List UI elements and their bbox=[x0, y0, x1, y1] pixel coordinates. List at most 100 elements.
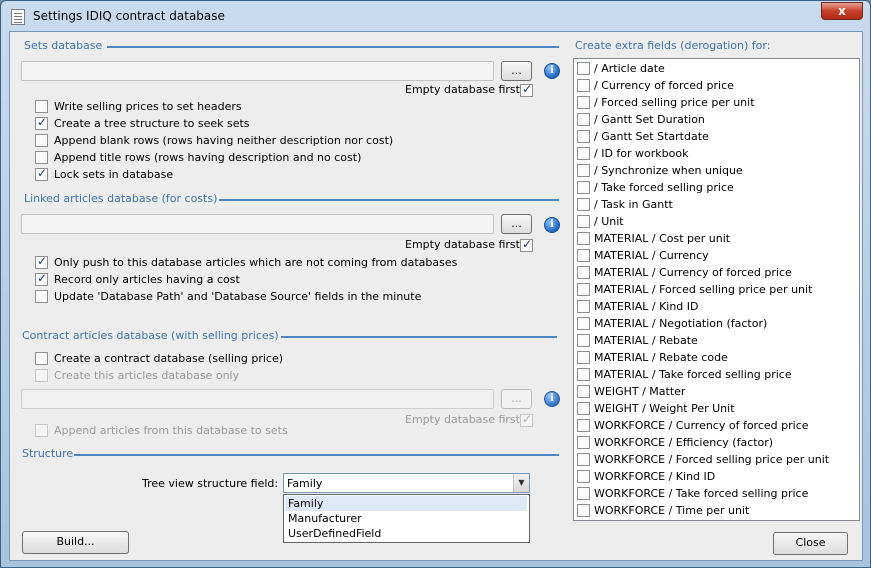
contract-empty-first-label: Empty database first bbox=[405, 413, 520, 426]
extra-field-checkbox[interactable] bbox=[577, 385, 590, 398]
extra-field-checkbox[interactable] bbox=[577, 79, 590, 92]
extra-field-checkbox[interactable] bbox=[577, 232, 590, 245]
sets-database-path-input[interactable] bbox=[21, 61, 494, 81]
extra-field-row[interactable]: / Task in Gantt bbox=[574, 196, 854, 213]
create-only-checkbox[interactable] bbox=[35, 369, 48, 382]
extra-field-row[interactable]: / Gantt Set Startdate bbox=[574, 128, 854, 145]
sets-option-4-checkbox[interactable] bbox=[35, 151, 48, 164]
extra-field-checkbox[interactable] bbox=[577, 164, 590, 177]
extra-field-checkbox[interactable] bbox=[577, 419, 590, 432]
linked-option-2-checkbox[interactable] bbox=[35, 271, 48, 286]
extra-field-label: WORKFORCE / Forced selling price per uni… bbox=[594, 453, 830, 466]
linked-option-3-label: Update 'Database Path' and 'Database Sou… bbox=[54, 290, 422, 303]
create-contract-database-checkbox[interactable] bbox=[35, 352, 48, 365]
extra-field-checkbox[interactable] bbox=[577, 113, 590, 126]
extra-field-label: / Forced selling price per unit bbox=[594, 96, 755, 109]
contract-info-icon[interactable]: i bbox=[544, 391, 560, 407]
extra-field-row[interactable]: WEIGHT / Weight Per Unit bbox=[574, 400, 854, 417]
extra-field-label: WORKFORCE / Time per unit bbox=[594, 504, 750, 517]
extra-field-checkbox[interactable] bbox=[577, 198, 590, 211]
extra-field-row[interactable]: MATERIAL / Forced selling price per unit bbox=[574, 281, 854, 298]
extra-field-row[interactable]: WORKFORCE / Efficiency (factor) bbox=[574, 434, 854, 451]
extra-field-row[interactable]: MATERIAL / Rebate code bbox=[574, 349, 854, 366]
extra-field-checkbox[interactable] bbox=[577, 62, 590, 75]
build-button[interactable]: Build... bbox=[22, 531, 129, 554]
chevron-down-icon[interactable]: ▼ bbox=[513, 474, 529, 492]
linked-option-3-checkbox[interactable] bbox=[35, 290, 48, 303]
sets-browse-button[interactable]: ... bbox=[501, 61, 532, 81]
linked-option-1-checkbox[interactable] bbox=[35, 254, 48, 269]
linked-info-icon[interactable]: i bbox=[544, 217, 560, 233]
extra-field-checkbox[interactable] bbox=[577, 181, 590, 194]
extra-field-row[interactable]: WORKFORCE / Kind ID bbox=[574, 468, 854, 485]
extra-field-row[interactable]: / Unit bbox=[574, 213, 854, 230]
linked-browse-button[interactable]: ... bbox=[501, 214, 532, 234]
linked-database-divider bbox=[219, 199, 559, 201]
extra-field-checkbox[interactable] bbox=[577, 283, 590, 296]
extra-field-checkbox[interactable] bbox=[577, 147, 590, 160]
extra-field-label: WORKFORCE / Kind ID bbox=[594, 470, 716, 483]
extra-field-row[interactable]: MATERIAL / Currency bbox=[574, 247, 854, 264]
tree-view-field-value: Family bbox=[287, 477, 323, 490]
extra-field-row[interactable]: MATERIAL / Kind ID bbox=[574, 298, 854, 315]
extra-field-checkbox[interactable] bbox=[577, 351, 590, 364]
dropdown-option[interactable]: Manufacturer bbox=[285, 511, 527, 526]
sets-option-2-checkbox[interactable] bbox=[35, 115, 48, 130]
contract-browse-button[interactable]: ... bbox=[501, 389, 532, 409]
linked-empty-first-checkbox[interactable] bbox=[520, 237, 533, 252]
extra-field-row[interactable]: WORKFORCE / Take forced selling price bbox=[574, 485, 854, 502]
contract-empty-first-checkbox[interactable] bbox=[520, 412, 533, 427]
sets-option-3-checkbox[interactable] bbox=[35, 134, 48, 147]
extra-field-row[interactable]: / Article date bbox=[574, 60, 854, 77]
sets-option-1-checkbox[interactable] bbox=[35, 100, 48, 113]
extra-field-checkbox[interactable] bbox=[577, 317, 590, 330]
extra-field-checkbox[interactable] bbox=[577, 334, 590, 347]
extra-field-checkbox[interactable] bbox=[577, 487, 590, 500]
extra-field-row[interactable]: WORKFORCE / Time per unit bbox=[574, 502, 854, 519]
extra-field-row[interactable]: / Currency of forced price bbox=[574, 77, 854, 94]
window-close-button[interactable]: x bbox=[821, 2, 863, 20]
extra-field-checkbox[interactable] bbox=[577, 436, 590, 449]
extra-field-checkbox[interactable] bbox=[577, 300, 590, 313]
extra-field-checkbox[interactable] bbox=[577, 368, 590, 381]
linked-database-path-input[interactable] bbox=[21, 214, 494, 234]
extra-field-row[interactable]: WORKFORCE / Currency of forced price bbox=[574, 417, 854, 434]
extra-field-row[interactable]: / Forced selling price per unit bbox=[574, 94, 854, 111]
document-icon bbox=[11, 9, 25, 25]
extra-field-checkbox[interactable] bbox=[577, 470, 590, 483]
dropdown-option[interactable]: UserDefinedField bbox=[285, 526, 527, 541]
extra-field-checkbox[interactable] bbox=[577, 453, 590, 466]
sets-info-icon[interactable]: i bbox=[544, 63, 560, 79]
extra-field-checkbox[interactable] bbox=[577, 402, 590, 415]
sets-empty-first-label: Empty database first bbox=[405, 83, 520, 96]
sets-empty-first-checkbox[interactable] bbox=[520, 82, 533, 97]
extra-field-row[interactable]: MATERIAL / Currency of forced price bbox=[574, 264, 854, 281]
append-articles-checkbox[interactable] bbox=[35, 424, 48, 437]
extra-field-row[interactable]: WORKFORCE / Forced selling price per uni… bbox=[574, 451, 854, 468]
contract-database-path-input[interactable] bbox=[21, 389, 494, 409]
extra-field-row[interactable]: WEIGHT / Matter bbox=[574, 383, 854, 400]
extra-field-row[interactable]: MATERIAL / Rebate bbox=[574, 332, 854, 349]
extra-field-row[interactable]: MATERIAL / Cost per unit bbox=[574, 230, 854, 247]
dropdown-option[interactable]: Family bbox=[285, 496, 527, 511]
extra-field-row[interactable]: / Synchronize when unique bbox=[574, 162, 854, 179]
extra-field-row[interactable]: / ID for workbook bbox=[574, 145, 854, 162]
extra-field-checkbox[interactable] bbox=[577, 130, 590, 143]
extra-field-label: MATERIAL / Take forced selling price bbox=[594, 368, 792, 381]
extra-field-checkbox[interactable] bbox=[577, 504, 590, 517]
extra-fields-title: Create extra fields (derogation) for: bbox=[575, 39, 771, 52]
title-bar[interactable]: Settings IDIQ contract database x bbox=[1, 1, 870, 31]
extra-field-row[interactable]: MATERIAL / Negotiation (factor) bbox=[574, 315, 854, 332]
tree-view-field-combobox[interactable]: Family ▼ bbox=[283, 473, 530, 493]
extra-field-checkbox[interactable] bbox=[577, 266, 590, 279]
extra-field-row[interactable]: / Take forced selling price bbox=[574, 179, 854, 196]
tree-view-field-label: Tree view structure field: bbox=[142, 477, 279, 490]
extra-field-row[interactable]: MATERIAL / Take forced selling price bbox=[574, 366, 854, 383]
sets-option-5-checkbox[interactable] bbox=[35, 166, 48, 181]
extra-field-checkbox[interactable] bbox=[577, 215, 590, 228]
extra-field-checkbox[interactable] bbox=[577, 96, 590, 109]
extra-field-row[interactable]: / Gantt Set Duration bbox=[574, 111, 854, 128]
extra-field-checkbox[interactable] bbox=[577, 249, 590, 262]
extra-fields-list[interactable]: / Article date / Currency of forced pric… bbox=[573, 58, 860, 521]
close-button[interactable]: Close bbox=[773, 532, 848, 555]
